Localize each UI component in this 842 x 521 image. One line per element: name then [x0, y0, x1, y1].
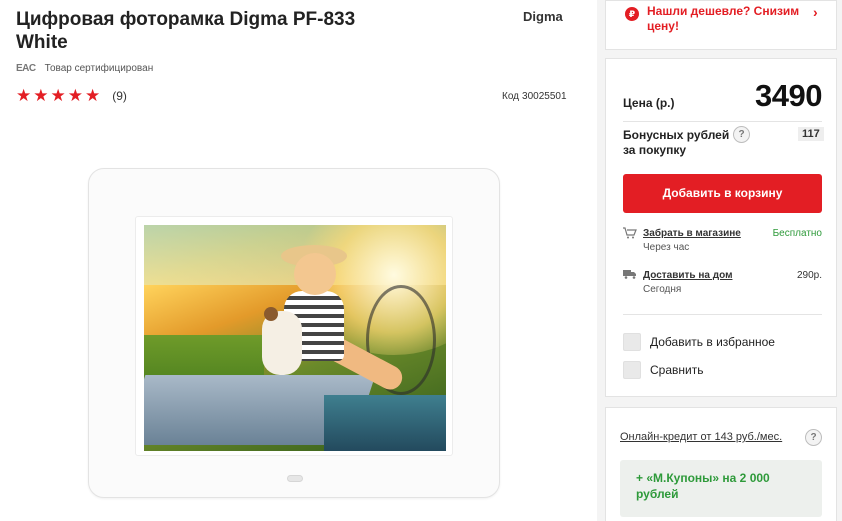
price-match-banner[interactable]: ₽ Нашли дешевле? Снизим цену! › [605, 0, 837, 50]
favorite-label[interactable]: Добавить в избранное [650, 335, 775, 349]
bonus-value: 117 [798, 127, 824, 141]
rating[interactable]: ★ ★ ★ ★ ★ (9) [16, 87, 127, 104]
product-main: Цифровая фоторамка Digma PF-833 White Di… [0, 0, 597, 521]
divider [623, 121, 822, 122]
product-image[interactable] [88, 168, 500, 498]
truck-icon [623, 269, 637, 283]
reviews-count-link[interactable]: (9) [112, 89, 127, 103]
code-label: Код [502, 91, 520, 102]
star-icon: ★ [16, 86, 32, 105]
favorite-checkbox[interactable] [623, 333, 641, 351]
coupon-banner[interactable]: + «М.Купоны» на 2 000 рублей [620, 460, 822, 517]
delivery-time: Сегодня [643, 284, 682, 295]
product-title: Цифровая фоторамка Digma PF-833 White [16, 9, 356, 53]
star-icon: ★ [85, 86, 101, 105]
bonus-label: Бонусных рублей за покупку [623, 128, 730, 157]
pickup-option[interactable]: Забрать в магазине Через час Бесплатно [623, 227, 822, 257]
price-match-text[interactable]: Нашли дешевле? Снизим цену! [647, 4, 817, 34]
frame-screen [135, 216, 453, 456]
credit-link[interactable]: Онлайн-кредит от 143 руб./мес. [620, 431, 782, 443]
buy-box: Цена (р.) 3490 Бонусных рублей за покупк… [605, 58, 837, 397]
certification: EAC Товар сертифицирован [16, 63, 153, 74]
compare-label[interactable]: Сравнить [650, 363, 703, 377]
compare-checkbox[interactable] [623, 361, 641, 379]
cart-icon [623, 227, 637, 242]
credit-box: Онлайн-кредит от 143 руб./мес. ? + «М.Ку… [605, 407, 837, 521]
frame-button [287, 475, 303, 482]
star-icon: ★ [33, 86, 49, 105]
star-icon: ★ [67, 86, 83, 105]
help-icon[interactable]: ? [805, 429, 822, 446]
certified-text: Товар сертифицирован [44, 63, 154, 74]
add-to-cart-button[interactable]: Добавить в корзину [623, 174, 822, 213]
delivery-link[interactable]: Доставить на дом [643, 270, 732, 281]
pickup-link[interactable]: Забрать в магазине [643, 228, 741, 239]
pickup-price: Бесплатно [772, 228, 822, 239]
price-value: 3490 [755, 78, 822, 113]
brand-link[interactable]: Digma [523, 9, 563, 24]
frame-photo [144, 225, 446, 451]
delivery-price: 290р. [796, 270, 822, 281]
delivery-option[interactable]: Доставить на дом Сегодня 290р. [623, 269, 822, 299]
help-icon[interactable]: ? [733, 126, 750, 143]
star-icon: ★ [50, 86, 66, 105]
ruble-tag-icon: ₽ [625, 7, 639, 21]
product-code: Код 30025501 [502, 91, 567, 102]
eac-icon: EAC [16, 63, 36, 74]
code-value: 30025501 [522, 91, 567, 102]
divider [623, 314, 822, 315]
chevron-right-icon[interactable]: › [813, 4, 818, 20]
price-label: Цена (р.) [623, 96, 675, 110]
compare-checkbox-row[interactable]: Сравнить [623, 360, 822, 380]
favorite-checkbox-row[interactable]: Добавить в избранное [623, 332, 822, 352]
pickup-time: Через час [643, 242, 690, 253]
rating-stars: ★ ★ ★ ★ ★ [16, 87, 100, 104]
